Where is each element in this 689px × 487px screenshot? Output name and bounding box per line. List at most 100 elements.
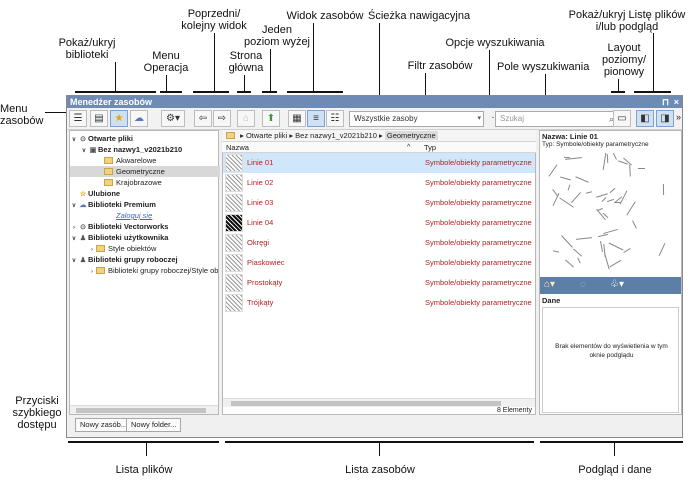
resource-thumbnail (225, 214, 243, 232)
folder-icon (96, 245, 105, 252)
chevron-right-icon: › (91, 269, 93, 275)
resource-thumbnail (225, 154, 243, 172)
forward-button[interactable]: ⇨ (213, 110, 231, 127)
up-level-button[interactable]: ⬆ (262, 110, 280, 127)
table-row[interactable]: Okręgi Symbole/obiekty parametryczne (223, 233, 535, 253)
show-cloud-libraries-button[interactable]: ☁ (130, 110, 148, 127)
breadcrumb-sep: ▸ (379, 131, 385, 140)
label-lista-zasobow: Lista zasobów (345, 464, 415, 476)
preview-stroke (608, 242, 624, 251)
file-list-scrollbar[interactable] (70, 405, 218, 414)
resource-thumbnail (225, 294, 243, 312)
show-favorites-button[interactable]: ★ (110, 110, 128, 127)
folder-icon (104, 168, 113, 175)
column-header-name[interactable]: Nazwa (226, 142, 249, 153)
resource-type: Symbole/obiekty parametryczne (425, 198, 532, 207)
tree-item-workgroup[interactable]: ∨ ♟ Biblioteki grupy roboczej (70, 254, 178, 265)
resource-menu-button[interactable]: ☰ (69, 110, 87, 127)
tree-item-vectorworks[interactable]: › ⊙ Biblioteki Vectorworks (70, 221, 168, 232)
preview-type: Typ: Symbole/obiekty parametryczne (542, 141, 649, 148)
list-view-button[interactable]: ≡ (307, 110, 325, 127)
render-mode-icon[interactable]: ⌂▾ (544, 279, 555, 290)
resource-name: Trójkąty (247, 298, 274, 307)
column-header-type[interactable]: Typ (424, 142, 436, 153)
close-icon[interactable]: × (674, 96, 679, 108)
preview-stroke (575, 237, 593, 240)
login-link[interactable]: Zaloguj się (70, 210, 152, 221)
table-row[interactable]: Linie 04 Symbole/obiekty parametryczne (223, 213, 535, 233)
show-open-files-button[interactable]: ▤ (90, 110, 108, 127)
list-icon: ≡ (313, 113, 319, 124)
label-layout: Layout poziomy/ pionowy (601, 42, 647, 78)
detail-view-button[interactable]: ☷ (326, 110, 344, 127)
label-lista-plikow: Lista plików (115, 464, 173, 476)
thumbnail-view-button[interactable]: ▦ (288, 110, 306, 127)
pin-icon[interactable]: ⊓ (662, 96, 669, 108)
preview-stroke (658, 242, 666, 257)
preview-stroke (607, 198, 614, 203)
bracket-podglad-dane (540, 441, 683, 443)
list-header: Nazwa ^ Typ (222, 142, 536, 153)
tree-item-user-libraries[interactable]: ∨ ♟ Biblioteki użytkownika (70, 232, 169, 243)
resource-type: Symbole/obiekty parametryczne (425, 218, 532, 227)
folder-icon (104, 157, 113, 164)
data-section: Brak elementów do wyświetlenia w tym okn… (542, 307, 679, 413)
new-resource-button[interactable]: Nowy zasób... (75, 418, 133, 432)
table-row[interactable]: Linie 01 Symbole/obiekty parametryczne (223, 153, 535, 173)
preview-stroke (577, 257, 581, 264)
resource-name: Linie 03 (247, 198, 274, 207)
table-row[interactable]: Prostokąty Symbole/obiekty parametryczne (223, 273, 535, 293)
file-list-panel: ∨ ⊙ Otwarte pliki ∨ ▣ Bez nazwy1_v2021b210 A… (69, 130, 220, 415)
resource-type: Symbole/obiekty parametryczne (425, 238, 532, 247)
layout-toggle-button[interactable]: ▭ (613, 110, 631, 127)
chevron-down-icon: ▾ (477, 115, 481, 122)
table-row[interactable]: Piaskowiec Symbole/obiekty parametryczne (223, 253, 535, 273)
tree-item-user-folder[interactable]: › Style obiektów (70, 243, 156, 254)
resource-name: Linie 02 (247, 178, 274, 187)
show-preview-button[interactable]: ◨ (656, 110, 674, 127)
light-icon[interactable]: ♧▾ (610, 279, 624, 290)
preview-stroke (567, 184, 571, 191)
tree-item-premium[interactable]: ∨ ☁ Biblioteki Premium (70, 199, 156, 210)
resource-name: Linie 04 (247, 218, 274, 227)
resource-type: Symbole/obiekty parametryczne (425, 158, 532, 167)
table-row[interactable]: Linie 02 Symbole/obiekty parametryczne (223, 173, 535, 193)
show-file-list-button[interactable]: ◧ (636, 110, 654, 127)
table-row[interactable]: Linie 03 Symbole/obiekty parametryczne (223, 193, 535, 213)
back-button[interactable]: ⇦ (194, 110, 212, 127)
resource-type: Symbole/obiekty parametryczne (425, 298, 532, 307)
breadcrumb-item-0[interactable]: Otwarte pliki (246, 131, 287, 140)
resource-count: 8 Elementy (496, 407, 532, 414)
data-section-label: Dane (542, 296, 561, 305)
operation-menu-button[interactable]: ⚙▾ (161, 110, 185, 127)
breadcrumb-item-1[interactable]: Bez nazwy1_v2021b210 (295, 131, 377, 140)
search-input[interactable]: Szukaj ⌕ (495, 111, 618, 127)
new-folder-button[interactable]: Nowy folder... (126, 418, 182, 432)
tree-item-workgroup-folder[interactable]: › Biblioteki grupy roboczej/Style ob (70, 265, 218, 276)
view-icon[interactable]: ◌ (580, 279, 586, 290)
more-icon[interactable]: » (676, 112, 681, 122)
tree-item-folder-2[interactable]: Krajobrazowe (70, 177, 162, 188)
tree-item-folder-1[interactable]: Geometryczne (70, 166, 220, 177)
tree-item-open-files[interactable]: ∨ ⊙ Otwarte pliki (70, 133, 133, 144)
resource-filter-select[interactable]: Wszystkie zasoby ▾ (349, 111, 484, 127)
breadcrumb-item-2[interactable]: Geometryczne (384, 131, 438, 140)
tree-item-document[interactable]: ∨ ▣ Bez nazwy1_v2021b210 (70, 144, 182, 155)
home-button[interactable]: ⌂ (237, 110, 255, 127)
label-menu-zasobow: Menu zasobów (0, 103, 44, 127)
filter-value: Wszystkie zasoby (354, 114, 418, 123)
label-strona-glowna: Strona główna (228, 50, 264, 74)
layout-icon: ▭ (617, 113, 627, 124)
title-bar: Menedżer zasobów ⊓ × (67, 96, 682, 108)
preview-stroke (560, 176, 571, 181)
preview-stroke (609, 187, 616, 194)
table-row[interactable]: Trójkąty Symbole/obiekty parametryczne (223, 293, 535, 313)
preview-stroke (601, 197, 607, 202)
preview-stroke (603, 228, 618, 235)
resource-thumbnail (225, 174, 243, 192)
tree-item-folder-0[interactable]: Akwarelowe (70, 155, 156, 166)
arrow-right-icon: ⇨ (217, 113, 227, 124)
tree-item-favorites[interactable]: ☆ Ulubione (70, 188, 120, 199)
label-opcje-wyszukiwania: Opcje wyszukiwania (445, 37, 545, 49)
resource-list-scrollbar[interactable] (223, 398, 535, 407)
